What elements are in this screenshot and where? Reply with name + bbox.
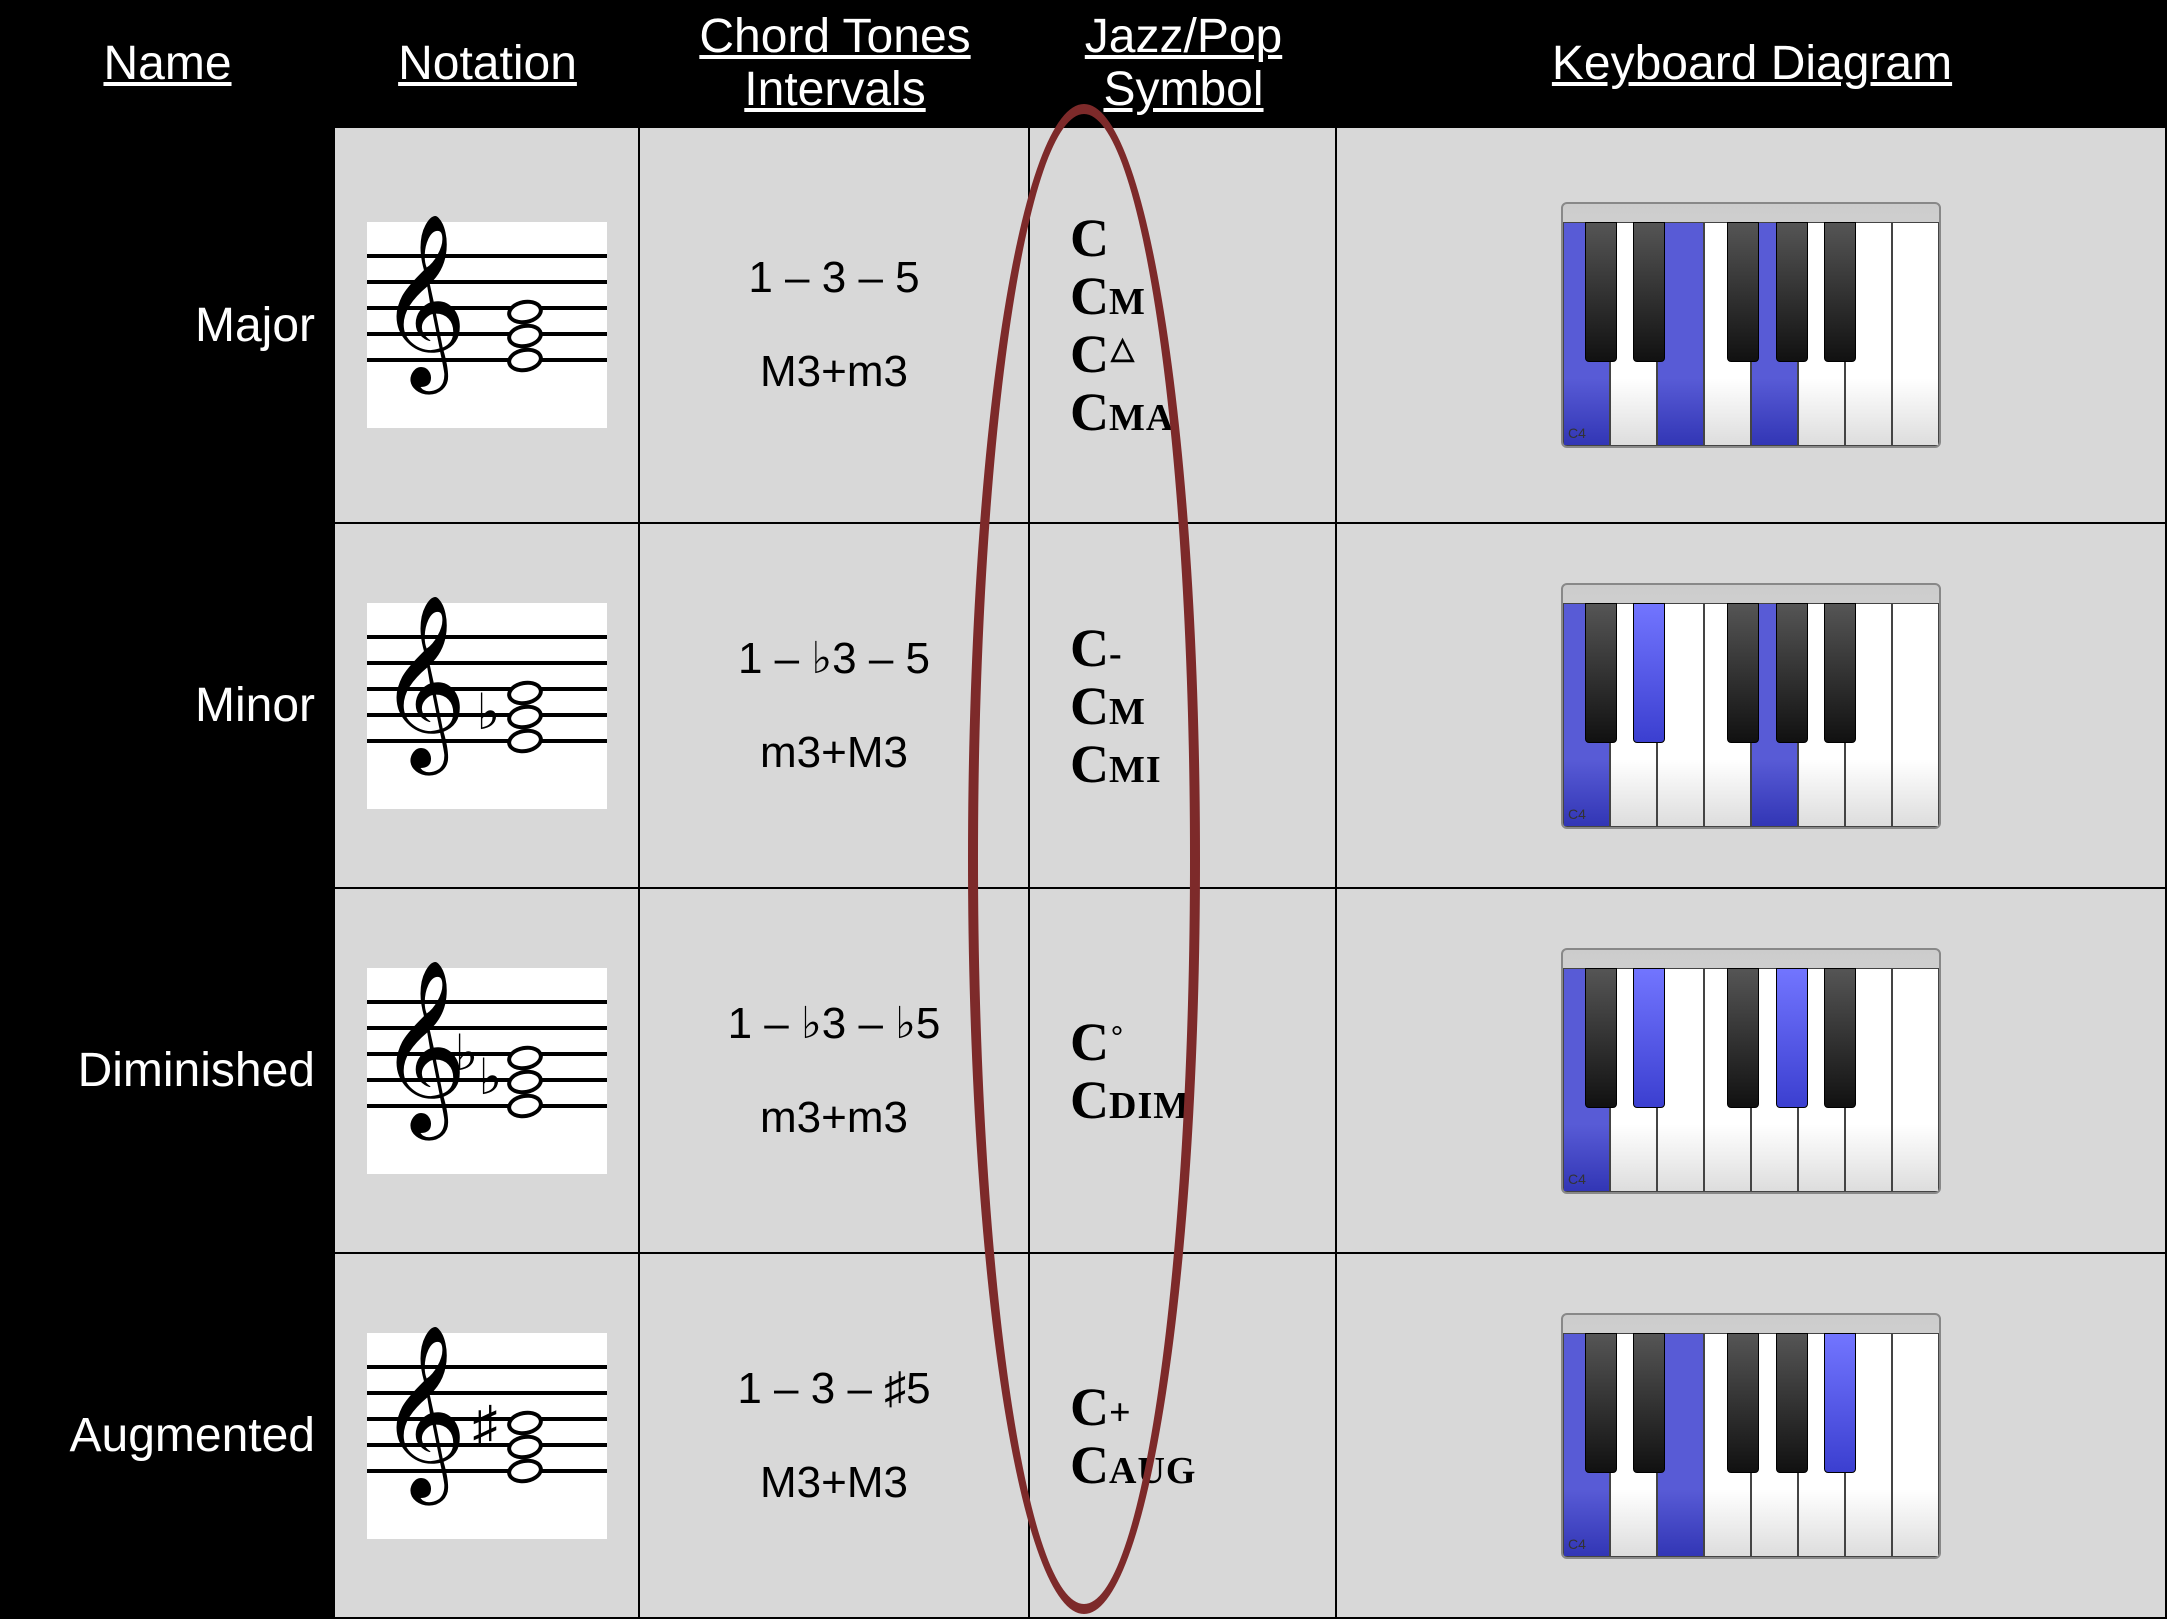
row-name: Major <box>0 128 335 524</box>
jazz-symbol: CM <box>1070 679 1146 733</box>
jazz-symbol: C° <box>1070 1015 1121 1069</box>
row-name: Augmented <box>0 1254 335 1619</box>
col-header-notation: Notation <box>335 0 640 128</box>
sharp-icon: ♯ <box>473 1395 498 1453</box>
jazz-symbol: CMI <box>1070 737 1162 791</box>
chord-table: Name Notation Chord Tones Intervals Jazz… <box>0 0 2167 1619</box>
row-keyboard: C4 <box>1337 889 2167 1254</box>
jazz-symbol: CMA <box>1070 385 1174 439</box>
treble-clef-icon: 𝄞 <box>379 226 468 376</box>
row-keyboard: C4 <box>1337 128 2167 524</box>
keyboard-diagram-icon: C4 <box>1561 948 1941 1194</box>
row-intervals: 1 – 3 – 5 M3+m3 <box>640 128 1030 524</box>
staff-icon: 𝄞 ♭ ♭ <box>367 968 607 1174</box>
row-notation: 𝄞 ♭ <box>335 524 640 889</box>
jazz-symbol: C△ <box>1070 327 1132 381</box>
jazz-symbol: CDIM <box>1070 1073 1190 1127</box>
flat-icon: ♭ <box>455 1024 479 1082</box>
col-header-name: Name <box>0 0 335 128</box>
row-jazz-symbols: C CM C△ CMA <box>1030 128 1337 524</box>
row-jazz-symbols: C+ CAUG <box>1030 1254 1337 1619</box>
treble-clef-icon: 𝄞 <box>379 1337 468 1487</box>
interval-formula-text: m3+m3 <box>760 1093 908 1143</box>
keyboard-diagram-icon: C4 <box>1561 1313 1941 1559</box>
interval-formula-text: m3+M3 <box>760 728 908 778</box>
staff-icon: 𝄞 ♯ <box>367 1333 607 1539</box>
chord-tones-text: 1 – ♭3 – 5 <box>738 633 930 684</box>
jazz-symbol: C+ <box>1070 1380 1132 1434</box>
treble-clef-icon: 𝄞 <box>379 607 468 757</box>
row-keyboard: C4 <box>1337 1254 2167 1619</box>
row-name: Minor <box>0 524 335 889</box>
chord-tones-text: 1 – 3 – ♯5 <box>737 1364 930 1414</box>
flat-icon: ♭ <box>477 683 501 741</box>
row-jazz-symbols: C- CM CMI <box>1030 524 1337 889</box>
row-name: Diminished <box>0 889 335 1254</box>
row-notation: 𝄞 <box>335 128 640 524</box>
row-keyboard: C4 <box>1337 524 2167 889</box>
keyboard-diagram-icon: C4 <box>1561 202 1941 448</box>
col-header-jazz-symbol: Jazz/Pop Symbol <box>1030 0 1337 128</box>
flat-icon: ♭ <box>479 1048 503 1106</box>
staff-icon: 𝄞 ♭ <box>367 603 607 809</box>
keyboard-diagram-icon: C4 <box>1561 583 1941 829</box>
interval-formula-text: M3+M3 <box>760 1458 908 1508</box>
chord-tones-text: 1 – ♭3 – ♭5 <box>728 998 941 1049</box>
row-intervals: 1 – ♭3 – 5 m3+M3 <box>640 524 1030 889</box>
row-notation: 𝄞 ♯ <box>335 1254 640 1619</box>
row-intervals: 1 – ♭3 – ♭5 m3+m3 <box>640 889 1030 1254</box>
staff-icon: 𝄞 <box>367 222 607 428</box>
col-header-keyboard: Keyboard Diagram <box>1337 0 2167 128</box>
row-intervals: 1 – 3 – ♯5 M3+M3 <box>640 1254 1030 1619</box>
jazz-symbol: CM <box>1070 269 1146 323</box>
jazz-symbol: C <box>1070 211 1109 265</box>
interval-formula-text: M3+m3 <box>760 347 908 397</box>
row-jazz-symbols: C° CDIM <box>1030 889 1337 1254</box>
row-notation: 𝄞 ♭ ♭ <box>335 889 640 1254</box>
chord-tones-text: 1 – 3 – 5 <box>748 253 919 303</box>
jazz-symbol: CAUG <box>1070 1438 1196 1492</box>
col-header-intervals: Chord Tones Intervals <box>640 0 1030 128</box>
jazz-symbol: C- <box>1070 621 1123 675</box>
